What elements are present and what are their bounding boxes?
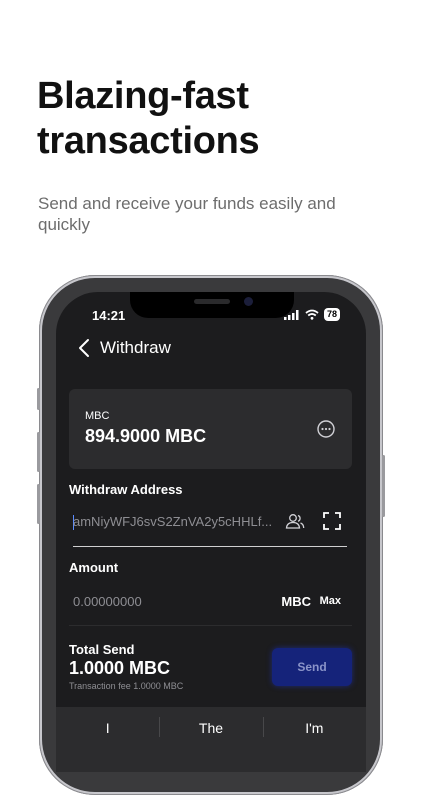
headline-line-2: transactions <box>37 120 260 162</box>
phone-side-button <box>37 432 40 472</box>
phone-screen: 14:21 78 Withdraw MBC 894.9000 MBC Withd… <box>56 292 366 772</box>
contacts-icon[interactable] <box>285 513 305 529</box>
front-camera-icon <box>244 297 253 306</box>
address-actions <box>285 512 341 530</box>
headline-line-1: Blazing-fast <box>37 75 249 117</box>
phone-side-button <box>37 388 40 410</box>
suggestion-item[interactable]: I'm <box>262 707 366 749</box>
phone-side-button <box>37 484 40 524</box>
amount-label: Amount <box>69 560 119 575</box>
total-send-value: 1.0000 MBC <box>69 658 171 678</box>
amount-field: MBC Max <box>73 592 347 618</box>
amount-input[interactable] <box>73 594 223 609</box>
total-send-label: Total Send <box>69 642 135 657</box>
max-button[interactable]: Max <box>320 595 341 607</box>
withdraw-address-value[interactable]: amNiyWFJ6svS2ZnVA2y5cHHLf... <box>73 514 273 529</box>
promo-subtitle: Send and receive your funds easily and q… <box>38 194 336 234</box>
promo-headline: Blazing-fast transactions <box>37 74 397 164</box>
balance-amount: 894.9000 MBC <box>85 426 207 446</box>
header: Withdraw <box>78 338 171 358</box>
amount-unit: MBC <box>281 594 311 609</box>
back-chevron-icon[interactable] <box>78 338 90 358</box>
phone-side-button <box>382 455 385 517</box>
transaction-fee: Transaction fee 1.0000 MBC <box>69 681 184 691</box>
divider <box>69 625 352 626</box>
more-options-icon[interactable] <box>316 419 336 439</box>
suggestion-item[interactable]: The <box>159 707 262 749</box>
status-time: 14:21 <box>92 308 126 323</box>
balance-currency-label: MBC <box>85 410 110 422</box>
signal-icon <box>283 309 299 320</box>
page-title: Withdraw <box>100 338 171 357</box>
notch <box>130 292 294 318</box>
send-button[interactable]: Send <box>272 648 352 686</box>
speaker-grille <box>194 299 230 304</box>
wifi-icon <box>305 309 319 320</box>
balance-card: MBC 894.9000 MBC <box>69 389 352 469</box>
withdraw-address-label: Withdraw Address <box>69 482 183 497</box>
keyboard: I The I'm <box>56 707 366 772</box>
scan-qr-icon[interactable] <box>323 512 341 530</box>
status-indicators: 78 <box>283 308 340 321</box>
battery-icon: 78 <box>323 308 340 321</box>
keyboard-suggestions: I The I'm <box>56 707 366 749</box>
withdraw-address-field[interactable]: amNiyWFJ6svS2ZnVA2y5cHHLf... <box>73 512 347 547</box>
suggestion-item[interactable]: I <box>56 707 159 749</box>
